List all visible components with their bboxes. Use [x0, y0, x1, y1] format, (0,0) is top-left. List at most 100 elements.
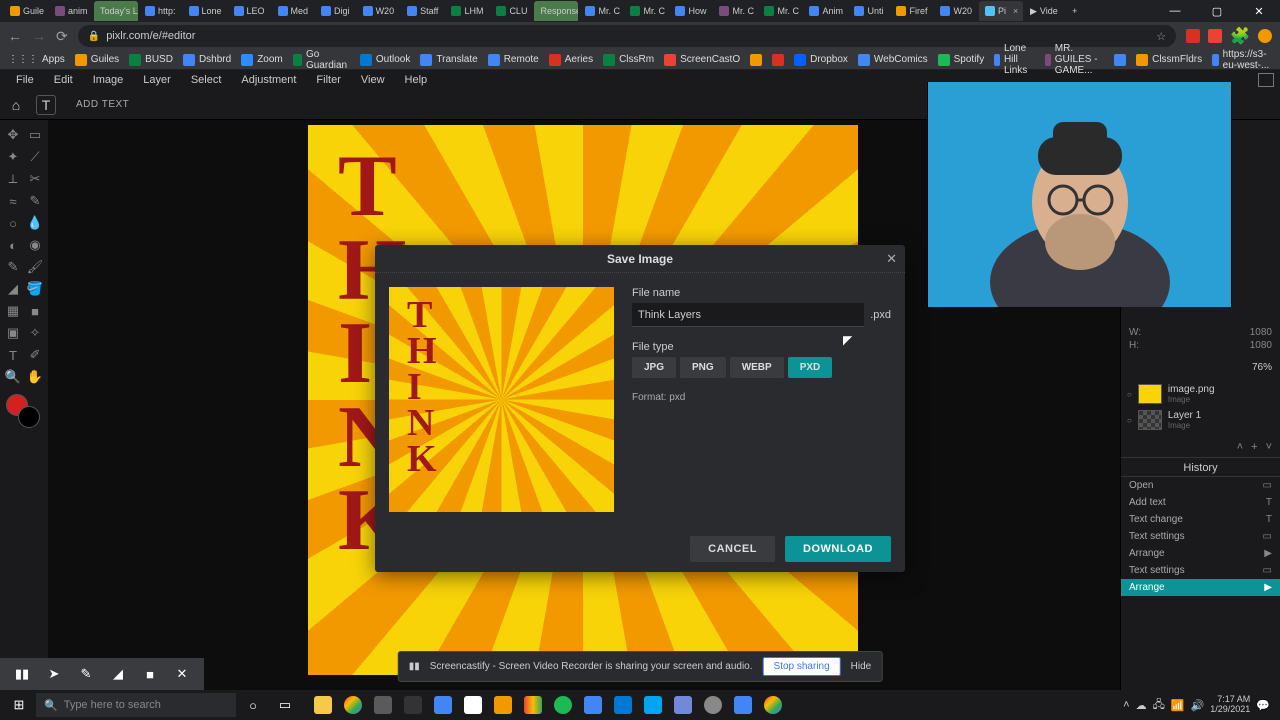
layer-down-icon[interactable]: ˅ [1266, 441, 1272, 453]
bookmark[interactable]: Aeries [549, 54, 593, 66]
browser-tab[interactable]: Digi [315, 1, 356, 21]
filename-input[interactable] [632, 303, 864, 327]
add-layer-icon[interactable]: + [1251, 441, 1257, 453]
bookmark[interactable]: Lone Hill Links [994, 43, 1035, 76]
hand-tool-icon[interactable]: ✋ [25, 366, 45, 388]
text-tool-icon[interactable]: T [36, 95, 56, 115]
liquify-tool-icon[interactable]: ≈ [3, 190, 23, 212]
browser-tab[interactable]: How [669, 1, 712, 21]
color-swatches[interactable] [2, 394, 46, 430]
eraser-tool-icon[interactable]: ◢ [3, 278, 23, 300]
taskbar-app[interactable] [580, 692, 606, 718]
profile-avatar[interactable] [1258, 29, 1272, 43]
fill-tool-icon[interactable]: 🪣 [25, 278, 45, 300]
add-text-button[interactable]: ADD TEXT [66, 96, 139, 113]
filetype-jpg[interactable]: JPG [632, 357, 676, 378]
history-item[interactable]: Text changeT [1121, 511, 1280, 528]
browser-tab[interactable]: anim [49, 1, 93, 21]
history-item[interactable]: Text settings▭ [1121, 528, 1280, 545]
extension-icon[interactable] [1186, 29, 1200, 43]
home-icon[interactable]: ⌂ [6, 95, 26, 115]
heal-tool-icon[interactable]: ✎ [25, 190, 45, 212]
layer-item[interactable]: ○ image.pngImage [1121, 381, 1280, 407]
close-icon[interactable]: ✕ [886, 251, 897, 267]
camera-icon[interactable]: ■ [134, 658, 166, 690]
browser-tab[interactable]: W20 [357, 1, 401, 21]
blur-tool-icon[interactable]: 💧 [25, 212, 45, 234]
taskbar-app[interactable] [340, 692, 366, 718]
browser-tab[interactable]: CLU [490, 1, 533, 21]
background-color[interactable] [18, 406, 40, 428]
zoom-level[interactable]: 76% [1121, 358, 1280, 377]
reload-button[interactable]: ⟳ [56, 28, 68, 45]
pen-icon[interactable]: ✎ [70, 658, 102, 690]
eraser-icon[interactable]: ◢ [102, 658, 134, 690]
bookmark[interactable]: ⋮⋮⋮Apps [8, 54, 65, 65]
bookmark[interactable]: Outlook [360, 54, 410, 66]
bookmark[interactable]: Translate [420, 54, 477, 66]
history-item[interactable]: Open▭ [1121, 477, 1280, 494]
taskbar-clock[interactable]: 7:17 AM 1/29/2021 [1210, 695, 1250, 715]
dodge-tool-icon[interactable]: ◐ [3, 234, 23, 256]
tray-overflow-icon[interactable]: ˄ [1123, 699, 1129, 711]
star-icon[interactable]: ☆ [1156, 30, 1166, 43]
browser-tab-active[interactable]: Pi× [979, 1, 1023, 21]
picker-tool-icon[interactable]: ✐ [25, 344, 45, 366]
forward-button[interactable]: → [32, 28, 46, 44]
browser-tab[interactable]: Mr. C [624, 1, 668, 21]
bookmark[interactable]: BUSD [129, 54, 173, 66]
pointer-icon[interactable]: ➤ [38, 658, 70, 690]
browser-tab[interactable]: Guile [4, 1, 48, 21]
menu-image[interactable]: Image [83, 71, 134, 89]
crop-tool-icon[interactable]: ⟂ [3, 168, 23, 190]
onedrive-icon[interactable]: ☁ [1136, 699, 1147, 712]
stop-sharing-button[interactable]: Stop sharing [763, 657, 841, 676]
bookmark[interactable]: Zoom [241, 54, 283, 66]
layer-up-icon[interactable]: ˄ [1237, 441, 1243, 453]
taskbar-app[interactable] [550, 692, 576, 718]
taskbar-search[interactable]: 🔍 Type here to search [36, 693, 236, 717]
browser-tab[interactable]: LEO [228, 1, 271, 21]
zoom-tool-icon[interactable]: 🔍 [3, 366, 23, 388]
browser-tab[interactable]: Med [272, 1, 315, 21]
menu-layer[interactable]: Layer [133, 71, 181, 89]
visibility-icon[interactable]: ○ [1127, 416, 1132, 425]
browser-tab[interactable]: Mr. C [579, 1, 623, 21]
taskbar-app[interactable] [670, 692, 696, 718]
bookmark[interactable]: https://s3-eu-west-... [1212, 49, 1272, 71]
bookmark[interactable] [750, 54, 762, 66]
disperse-tool-icon[interactable]: ✧ [25, 322, 45, 344]
shape-tool-icon[interactable]: ■ [25, 300, 45, 322]
taskbar-app[interactable] [370, 692, 396, 718]
bookmark[interactable]: Remote [488, 54, 539, 66]
bookmark[interactable]: ClssmFldrs [1136, 54, 1202, 66]
bookmark[interactable]: WebComics [858, 54, 928, 66]
taskbar-app[interactable] [310, 692, 336, 718]
taskbar-app[interactable] [730, 692, 756, 718]
browser-tab[interactable]: Mr. C [713, 1, 757, 21]
browser-tab[interactable]: Unti [848, 1, 889, 21]
history-item[interactable]: Text settings▭ [1121, 562, 1280, 579]
browser-tab[interactable]: http: [139, 1, 182, 21]
menu-adjustment[interactable]: Adjustment [231, 71, 306, 89]
taskbar-app[interactable] [400, 692, 426, 718]
bookmark[interactable]: MR. GUILES -GAME... [1045, 43, 1104, 76]
extensions-menu-icon[interactable]: 🧩 [1230, 26, 1250, 46]
cut-tool-icon[interactable]: ✂ [25, 168, 45, 190]
wifi-icon[interactable]: 📶 [1171, 699, 1185, 712]
task-view-icon[interactable]: ▭ [270, 690, 300, 720]
text-tool-icon[interactable]: T [3, 344, 23, 366]
bookmark[interactable]: Dropbox [794, 54, 848, 66]
bookmark[interactable]: Go Guardian [293, 49, 350, 71]
bookmark[interactable] [1114, 54, 1126, 66]
browser-tab[interactable]: W20 [934, 1, 978, 21]
history-item[interactable]: Add textT [1121, 494, 1280, 511]
bookmark[interactable]: ClssRm [603, 54, 654, 66]
close-window-button[interactable]: ✕ [1242, 1, 1276, 21]
history-item[interactable]: Arrange▶ [1121, 545, 1280, 562]
browser-tab[interactable]: Staff [401, 1, 444, 21]
pause-icon[interactable]: ▮▮ [6, 658, 38, 690]
notifications-icon[interactable]: 💬 [1256, 699, 1270, 712]
bookmark[interactable]: ScreenCastO [664, 54, 740, 66]
layer-item[interactable]: ○ Layer 1Image [1121, 407, 1280, 433]
